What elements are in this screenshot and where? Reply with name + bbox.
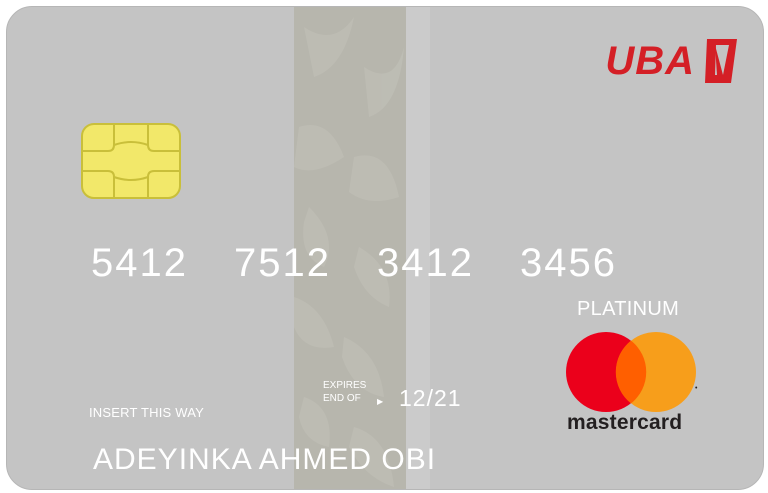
expires-label-line2: END OF xyxy=(323,393,361,404)
trademark-icon: • xyxy=(695,385,698,392)
credit-card: UBA 5412 7512 3412 3456 INSERT THIS WAY … xyxy=(6,6,764,490)
arrow-right-icon: ▶ xyxy=(377,397,384,406)
insert-hint: INSERT THIS WAY xyxy=(89,405,204,420)
uba-mark-icon xyxy=(705,39,737,83)
expires-label: EXPIRES END OF ▶ xyxy=(323,379,383,406)
card-number-group-3: 3412 xyxy=(376,241,474,285)
emv-chip-icon xyxy=(81,123,181,199)
card-number-group-2: 7512 xyxy=(233,241,331,285)
cardholder-name: ADEYINKA AHMED OBI xyxy=(93,443,437,476)
network-name: mastercard xyxy=(567,411,683,434)
card-tier: PLATINUM xyxy=(577,298,680,320)
expiry-date: 12/21 xyxy=(399,385,462,411)
expires-label-line1: EXPIRES xyxy=(323,380,367,391)
bank-logo: UBA xyxy=(605,35,741,87)
mastercard-circles-icon xyxy=(566,332,696,412)
bank-logo-text: UBA xyxy=(605,39,695,83)
card-number-group-4: 3456 xyxy=(519,241,617,285)
card-number-group-1: 5412 xyxy=(91,241,188,285)
card-number: 5412 7512 3412 3456 xyxy=(91,243,617,283)
